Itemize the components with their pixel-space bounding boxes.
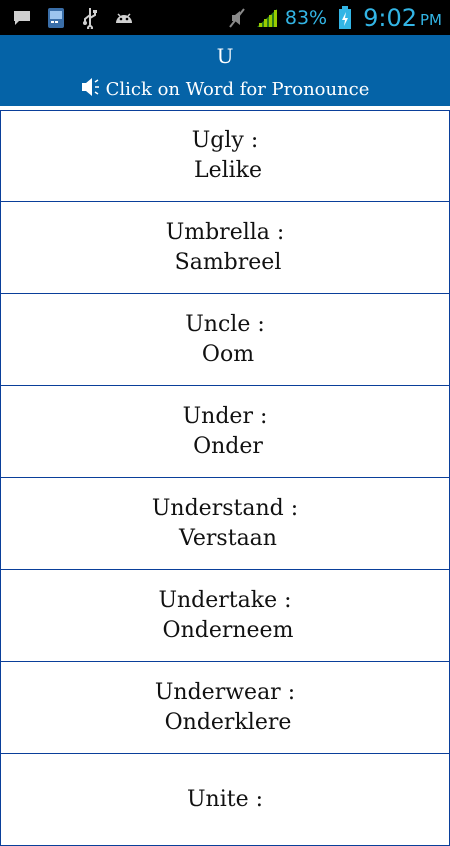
pronounce-hint: Click on Word for Pronounce: [0, 77, 450, 102]
translation-label: Oom: [201, 341, 255, 367]
translation-label: Lelike: [193, 158, 263, 183]
battery-charging-icon: [333, 5, 357, 30]
translation-label: Onderneem: [162, 617, 294, 643]
keyboard-icon: [44, 6, 68, 30]
translation-label: Onder: [193, 433, 263, 459]
list-item[interactable]: Unite :: [0, 754, 450, 846]
mute-icon: [225, 6, 249, 30]
list-item[interactable]: Ugly : Lelike: [0, 110, 450, 202]
word-label: Ugly :: [191, 128, 259, 153]
word-label: Uncle :: [185, 311, 265, 337]
clock-ampm: PM: [420, 11, 442, 29]
word-label: Understand :: [151, 495, 299, 521]
list-item[interactable]: Under : Onder: [0, 386, 450, 478]
translation-label: Verstaan: [179, 525, 277, 551]
word-label: Undertake :: [158, 587, 292, 613]
pronounce-hint-text: Click on Word for Pronounce: [105, 79, 370, 100]
system-status: 83% 9:02 PM: [225, 0, 442, 35]
translation-label: Onderklere: [164, 709, 292, 735]
word-label: Under :: [182, 403, 268, 429]
list-item[interactable]: Uncle : Oom: [0, 294, 450, 386]
translation-label: Sambreel: [174, 249, 282, 275]
page-title: U: [216, 44, 234, 68]
word-label: Umbrella :: [165, 219, 285, 245]
notification-icons: [10, 6, 136, 30]
app-header: U Click on Word for Pronounce: [0, 35, 450, 106]
signal-icon: [255, 6, 279, 30]
word-list: Ugly : Lelike Umbrella : Sambreel Uncle …: [0, 110, 450, 846]
speaker-icon: [81, 77, 106, 102]
list-item[interactable]: Umbrella : Sambreel: [0, 202, 450, 294]
android-icon: [112, 6, 136, 30]
usb-icon: [78, 6, 102, 30]
list-item[interactable]: Understand : Verstaan: [0, 478, 450, 570]
message-icon: [10, 6, 34, 30]
battery-percent: 83%: [284, 6, 328, 29]
list-item[interactable]: Undertake : Onderneem: [0, 570, 450, 662]
status-bar: 83% 9:02 PM: [0, 0, 450, 35]
word-label: Underwear :: [154, 679, 296, 705]
list-item[interactable]: Underwear : Onderklere: [0, 662, 450, 754]
clock-time: 9:02: [363, 3, 417, 32]
